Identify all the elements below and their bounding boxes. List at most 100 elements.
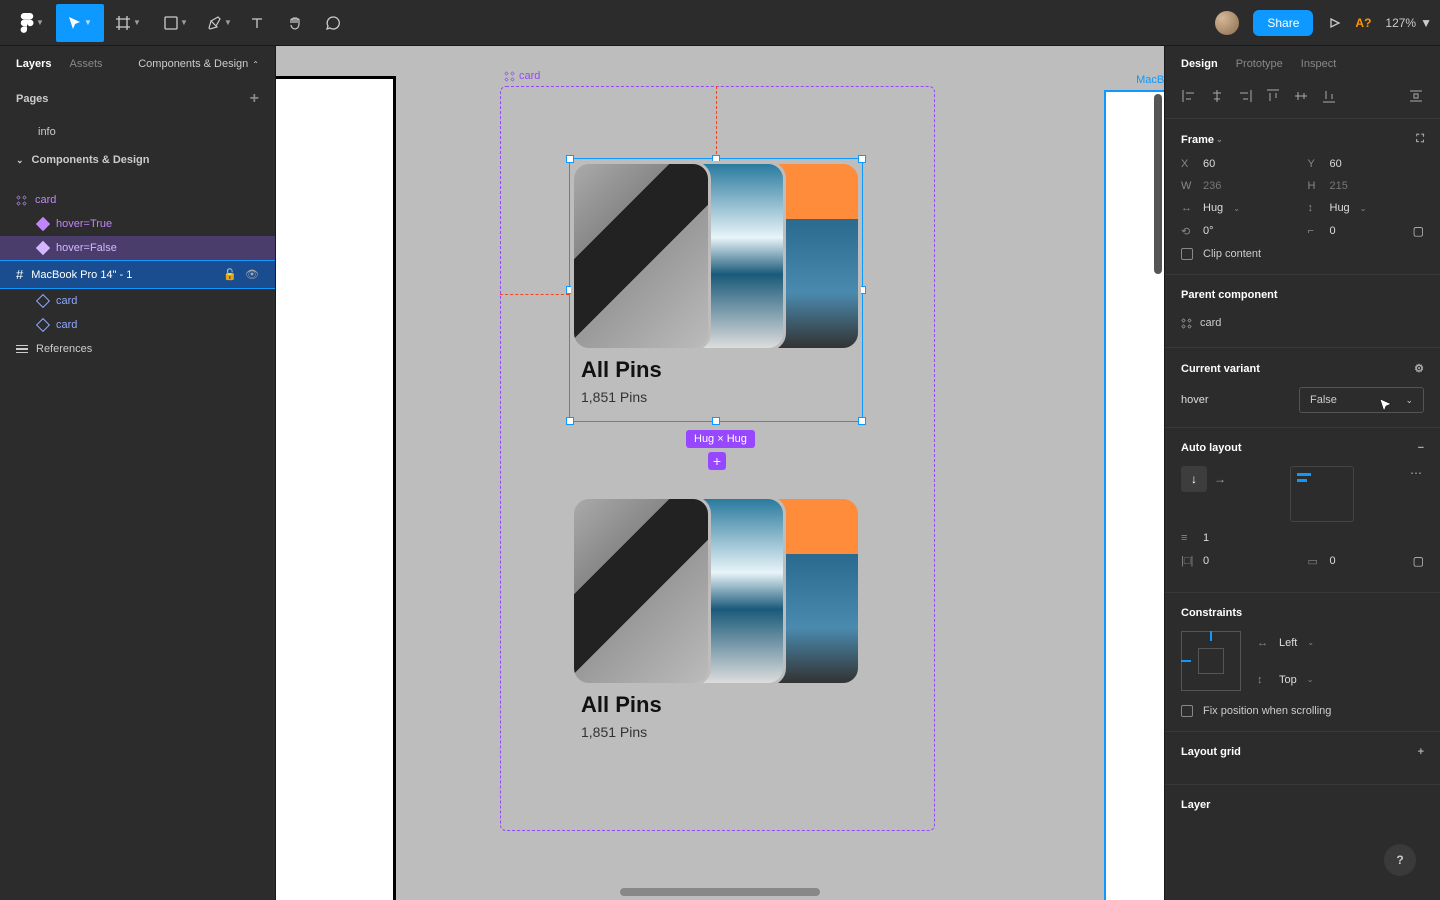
user-avatar[interactable] bbox=[1215, 11, 1239, 35]
pages-header: Pages + bbox=[0, 80, 275, 118]
constraint-v-select[interactable]: ↕Top⌄ bbox=[1257, 668, 1314, 691]
frame-label-macbook[interactable]: MacBook Pr bbox=[1136, 74, 1164, 86]
layer-section: Layer bbox=[1165, 785, 1440, 837]
independent-padding-icon[interactable]: ▢ bbox=[1413, 554, 1424, 568]
w-input[interactable]: W236 bbox=[1181, 180, 1298, 192]
align-bottom-icon[interactable] bbox=[1321, 88, 1337, 104]
align-top-icon[interactable] bbox=[1265, 88, 1281, 104]
distribute-icon[interactable] bbox=[1408, 88, 1424, 104]
horizontal-scrollbar[interactable] bbox=[620, 888, 820, 896]
text-tool[interactable] bbox=[238, 4, 276, 42]
remove-autolayout-icon[interactable]: − bbox=[1418, 442, 1424, 454]
component-set-icon bbox=[16, 195, 27, 206]
tab-inspect[interactable]: Inspect bbox=[1301, 58, 1336, 70]
h-input[interactable]: H215 bbox=[1308, 180, 1425, 192]
size-badge: Hug × Hug bbox=[686, 430, 755, 448]
layer-frame-macbook[interactable]: # MacBook Pro 14" - 1 🔓 👁 bbox=[0, 260, 275, 289]
card-thumbnails bbox=[571, 496, 861, 686]
pad-v-input[interactable]: ▭0▢ bbox=[1308, 554, 1425, 568]
alignment-controls bbox=[1165, 82, 1440, 119]
component-label[interactable]: card bbox=[504, 70, 540, 82]
guide-horizontal bbox=[500, 294, 569, 295]
tab-prototype[interactable]: Prototype bbox=[1236, 58, 1283, 70]
align-v-center-icon[interactable] bbox=[1293, 88, 1309, 104]
move-tool[interactable]: ▼ bbox=[56, 4, 104, 42]
card-thumbnails bbox=[571, 161, 861, 351]
resize-handle[interactable] bbox=[566, 417, 574, 425]
variant-icon bbox=[36, 241, 50, 255]
resize-handle[interactable] bbox=[858, 155, 866, 163]
shape-tool[interactable]: ▼ bbox=[152, 4, 200, 42]
present-button[interactable] bbox=[1327, 4, 1341, 42]
zoom-control[interactable]: 127%▼ bbox=[1385, 16, 1432, 30]
align-left-icon[interactable] bbox=[1181, 88, 1197, 104]
artboard-left[interactable] bbox=[276, 76, 396, 900]
comment-tool[interactable] bbox=[314, 4, 352, 42]
layer-instance-card-2[interactable]: card bbox=[0, 313, 275, 337]
vert-resize[interactable]: ↕Hug⌄ bbox=[1308, 202, 1425, 214]
layer-references[interactable]: References bbox=[0, 337, 275, 361]
page-current[interactable]: ⌄ Components & Design bbox=[0, 146, 275, 174]
variant-icon bbox=[36, 217, 50, 231]
resize-to-fit-icon[interactable]: ⛶ bbox=[1416, 133, 1424, 146]
page-info[interactable]: info bbox=[0, 118, 275, 146]
frame-section: Frame⌄ ⛶ X60 Y60 W236 H215 ↔Hug⌄ ↕Hug⌄ ⟲… bbox=[1165, 119, 1440, 275]
vertical-scrollbar[interactable] bbox=[1154, 94, 1162, 274]
pad-h-input[interactable]: |□|0 bbox=[1181, 554, 1298, 568]
visibility-icon[interactable]: 👁 bbox=[245, 268, 259, 281]
align-right-icon[interactable] bbox=[1237, 88, 1253, 104]
direction-vertical[interactable]: ↓ bbox=[1181, 466, 1207, 492]
clip-content-checkbox[interactable]: Clip content bbox=[1181, 248, 1424, 260]
canvas[interactable]: MacBook Pr card All Pins 1,851 Pins Hug … bbox=[276, 46, 1164, 900]
layout-grid-section: Layout grid + bbox=[1165, 732, 1440, 785]
add-page-button[interactable]: + bbox=[250, 90, 259, 108]
constraint-h-select[interactable]: ↔Left⌄ bbox=[1257, 631, 1314, 654]
thumb-1 bbox=[571, 161, 711, 351]
component-set-icon bbox=[504, 71, 515, 82]
frame-tool[interactable]: ▼ bbox=[104, 4, 152, 42]
parent-component-link[interactable]: card bbox=[1181, 313, 1424, 333]
tab-layers[interactable]: Layers bbox=[16, 58, 51, 70]
y-input[interactable]: Y60 bbox=[1308, 158, 1425, 170]
tab-assets[interactable]: Assets bbox=[69, 58, 102, 70]
layer-component-card[interactable]: card bbox=[0, 188, 275, 212]
variant-settings-icon[interactable]: ⚙ bbox=[1414, 362, 1424, 375]
help-button[interactable]: ? bbox=[1384, 844, 1416, 876]
fix-position-checkbox[interactable]: Fix position when scrolling bbox=[1181, 705, 1424, 717]
add-variant-button[interactable]: + bbox=[708, 452, 726, 470]
direction-horizontal[interactable]: → bbox=[1207, 466, 1233, 492]
cursor-icon bbox=[1379, 398, 1393, 414]
layer-variant-hover-true[interactable]: hover=True bbox=[0, 212, 275, 236]
align-h-center-icon[interactable] bbox=[1209, 88, 1225, 104]
alignment-grid[interactable] bbox=[1290, 466, 1354, 522]
resize-handle[interactable] bbox=[712, 417, 720, 425]
autolayout-more-icon[interactable]: ⋯ bbox=[1410, 466, 1424, 480]
variant-prop-label: hover bbox=[1181, 394, 1209, 406]
layer-variant-hover-false[interactable]: hover=False bbox=[0, 236, 275, 260]
add-layout-grid-icon[interactable]: + bbox=[1418, 746, 1424, 758]
horiz-resize[interactable]: ↔Hug⌄ bbox=[1181, 202, 1298, 214]
independent-corners-icon[interactable]: ▢ bbox=[1413, 224, 1424, 238]
hand-tool[interactable] bbox=[276, 4, 314, 42]
x-input[interactable]: X60 bbox=[1181, 158, 1298, 170]
variant-value-select[interactable]: False ⌄ bbox=[1299, 387, 1424, 413]
figma-menu[interactable]: ▼ bbox=[8, 4, 56, 42]
radius-input[interactable]: ⌐0▢ bbox=[1308, 224, 1425, 238]
tab-design[interactable]: Design bbox=[1181, 58, 1218, 70]
layer-instance-card-1[interactable]: card bbox=[0, 289, 275, 313]
instance-icon bbox=[36, 294, 50, 308]
unlock-icon[interactable]: 🔓 bbox=[223, 268, 237, 281]
instance-icon bbox=[36, 318, 50, 332]
page-selector[interactable]: Components & Design ⌃ bbox=[138, 58, 259, 70]
card-subtitle: 1,851 Pins bbox=[571, 724, 861, 740]
constraint-diagram[interactable] bbox=[1181, 631, 1241, 691]
missing-fonts-indicator[interactable]: A? bbox=[1355, 16, 1371, 30]
rotation-input[interactable]: ⟲0° bbox=[1181, 224, 1298, 238]
pen-tool[interactable]: ▼ bbox=[200, 4, 238, 42]
card-variant-2[interactable]: All Pins 1,851 Pins bbox=[571, 496, 861, 740]
resize-handle[interactable] bbox=[566, 155, 574, 163]
resize-handle[interactable] bbox=[858, 417, 866, 425]
card-title: All Pins bbox=[571, 692, 861, 718]
share-button[interactable]: Share bbox=[1253, 10, 1313, 36]
gap-input[interactable]: ≡1 bbox=[1181, 532, 1424, 544]
